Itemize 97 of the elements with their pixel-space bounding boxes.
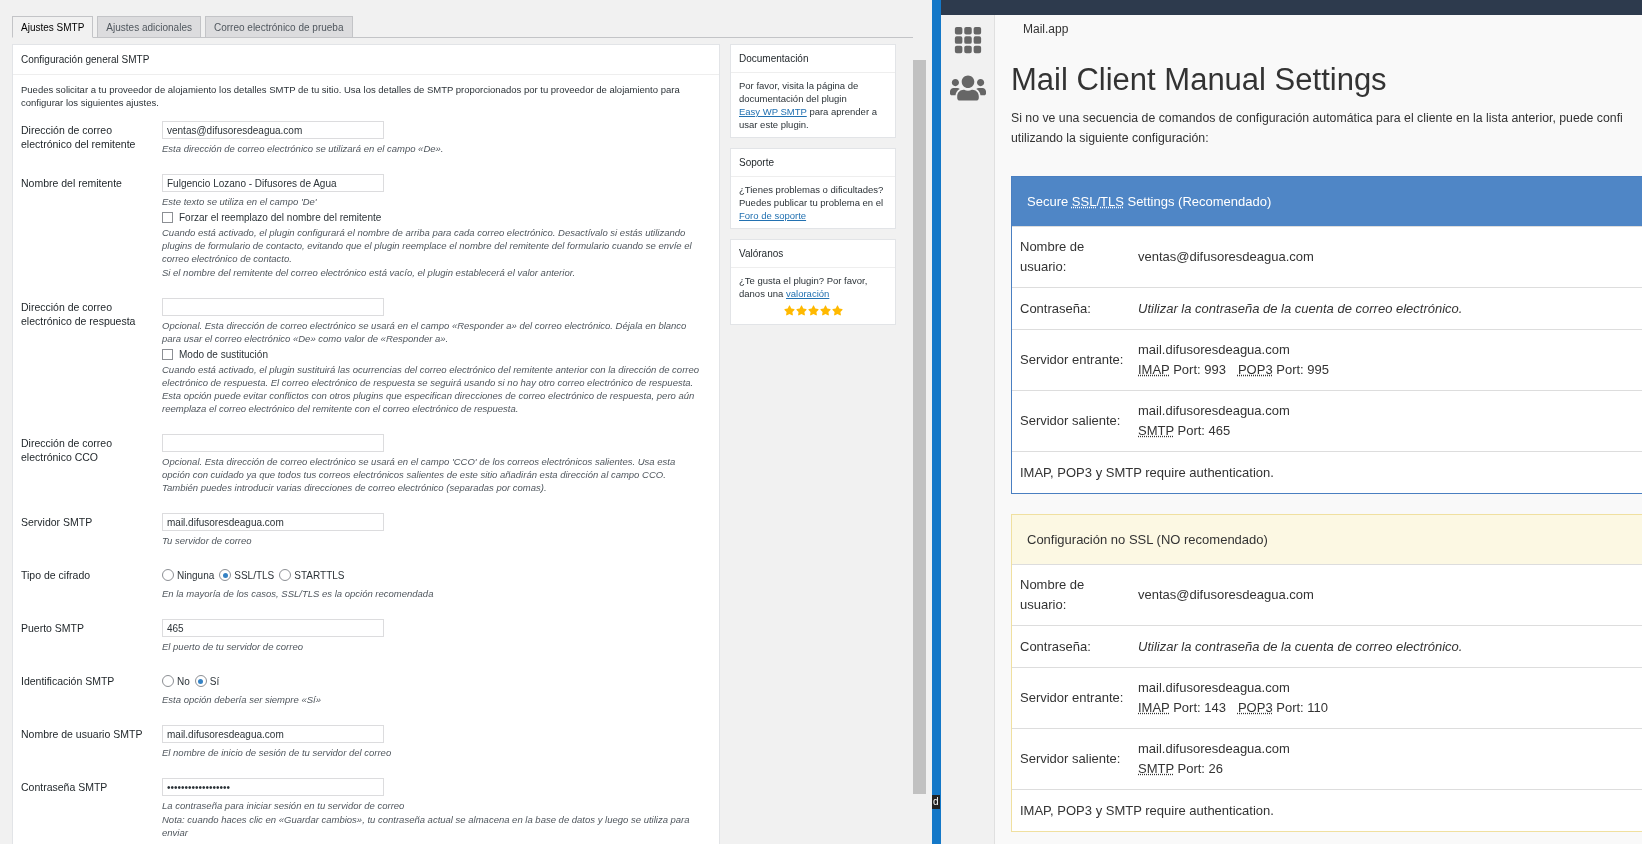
radio-button[interactable]: [162, 569, 174, 581]
server-host: mail.difusoresdeagua.com: [1138, 341, 1291, 359]
server-host: mail.difusoresdeagua.com: [1138, 402, 1290, 420]
field-label: Nombre de usuario SMTP: [21, 727, 144, 742]
field-note: Si el nombre del remitente del correo electrónico está vacío, el plugin establecerá el valor anterior.: [162, 266, 577, 279]
tooltip: d: [932, 795, 940, 809]
text-field[interactable]: mail.difusoresdeagua.com: [162, 513, 384, 531]
field-hint: Tu servidor de correo: [162, 534, 253, 547]
radio-button[interactable]: [219, 569, 232, 581]
checkbox[interactable]: [162, 349, 173, 360]
field-label: Nombre del remitente: [21, 176, 123, 191]
panel-footer: IMAP, POP3 y SMTP require authentication.: [1012, 789, 1642, 831]
field-label: Servidor SMTP: [21, 515, 94, 530]
field-hint: El nombre de inicio de sesión de tu servidor del correo: [162, 746, 393, 759]
scrollbar[interactable]: [913, 60, 926, 794]
radio-label: SSL/TLS: [234, 568, 275, 583]
text-field[interactable]: Fulgencio Lozano - Difusores de Agua: [162, 174, 384, 192]
field-hint: El puerto de tu servidor de correo: [162, 640, 304, 653]
field-label: Dirección de correo electrónico del remitente: [21, 123, 137, 152]
panel-header: Configuración no SSL (NO recomendado): [1012, 515, 1642, 564]
field-label: Contraseña SMTP: [21, 780, 109, 795]
radio-button[interactable]: [194, 675, 207, 687]
radio-button[interactable]: [279, 569, 292, 581]
field-hint: La contraseña para iniciar sesión en tu servidor de correo: [162, 799, 406, 812]
field-hint: Opcional. Esta dirección de correo electrónico se usará en el campo 'CCO' de los correos electrónicos salientes. Usa esta opción con cuidado ya que todos tus correos electrónicos salientes de este sitio añadirán esta dirección al campo CCO. También puedes introducir varias direcciones de correo electrónico (separadas por comas).: [162, 455, 677, 494]
card-title: Valóranos: [731, 240, 895, 268]
row-label: Nombre de usuario:: [1020, 576, 1086, 614]
card-text: Por favor, visita la página de documentación del plugin Easy WP SMTP para aprender a usar este plugin.: [739, 79, 878, 131]
row-value: ventas@difusoresdeagua.com: [1138, 586, 1314, 604]
field-hint: En la mayoría de los casos, SSL/TLS es la opción recomendada: [162, 587, 435, 600]
radio-label: Sí: [209, 674, 220, 689]
radio-button[interactable]: [162, 675, 174, 687]
checkbox-label: Forzar el reemplazo del nombre del remitente: [179, 211, 382, 225]
star-icon: [819, 305, 831, 316]
checkbox-label: Modo de sustitución: [179, 348, 268, 362]
port-info: SMTP Port: 465: [1138, 422, 1231, 440]
field-note: Cuando está activado, el plugin sustituirá las ocurrencias del correo electrónico del remitente anterior con la dirección de correo electrónico de respuesta. El correo electrónico de respuesta se seguirá usando si no hay otro correo electrónico de respuesta. Esta opción puede evitar conflictos con otros plugins que especifican direcciones de correo electrónico de respuesta, pero aún reemplaza el correo electrónico del remitente con el correo electrónico de respuesta.: [162, 363, 701, 415]
port-info: IMAP Port: 143: [1138, 699, 1226, 717]
card-title: Documentación: [731, 45, 895, 73]
field-label: Puerto SMTP: [21, 621, 86, 636]
text-field[interactable]: [162, 434, 384, 452]
server-host: mail.difusoresdeagua.com: [1138, 679, 1291, 697]
star-icon: [783, 305, 795, 316]
tab[interactable]: Ajustes adicionales: [97, 16, 201, 38]
card-link[interactable]: Easy WP SMTP: [739, 106, 807, 117]
panel-footer: IMAP, POP3 y SMTP require authentication.: [1012, 451, 1642, 493]
radio-label: Ninguna: [177, 568, 215, 583]
text-field[interactable]: ventas@difusoresdeagua.com: [162, 121, 384, 139]
card-title: Configuración general SMTP: [13, 45, 719, 75]
row-label: Servidor entrante:: [1020, 351, 1125, 369]
field-label: Identificación SMTP: [21, 674, 116, 689]
tab[interactable]: Correo electrónico de prueba: [204, 16, 353, 38]
checkbox[interactable]: [162, 212, 173, 223]
field-hint: Esta dirección de correo electrónico se utilizará en el campo «De».: [162, 142, 445, 155]
text-field[interactable]: 465: [162, 619, 384, 637]
field-note: Nota: cuando haces clic en «Guardar cambios», tu contraseña actual se almacena en la base de datos y luego se utiliza para enviar: [162, 813, 691, 839]
row-value: Utilizar la contraseña de la cuenta de correo electrónico.: [1138, 299, 1463, 318]
card-link[interactable]: valoración: [786, 288, 830, 299]
row-label: Contraseña:: [1020, 637, 1092, 656]
radio-label: No: [177, 674, 190, 689]
row-label: Servidor saliente:: [1020, 750, 1122, 768]
port-info: SMTP Port: 26: [1138, 760, 1224, 778]
card-title: Soporte: [731, 149, 895, 177]
row-value: ventas@difusoresdeagua.com: [1138, 248, 1314, 266]
intro-text: Puedes solicitar a tu proveedor de alojamiento los detalles SMTP de tu sitio. Usa los detalles de SMTP proporcionados por tu proveedor de alojamiento para configurar los siguientes ajustes.: [20, 83, 681, 110]
text-field[interactable]: ••••••••••••••••••: [162, 778, 384, 796]
field-hint: Este texto se utiliza en el campo 'De': [162, 195, 318, 208]
radio-label: STARTTLS: [294, 568, 345, 583]
star-icon: [795, 305, 807, 316]
row-value: Utilizar la contraseña de la cuenta de correo electrónico.: [1138, 637, 1463, 656]
card-text: ¿Te gusta el plugin? Por favor, danos una valoración: [739, 274, 869, 300]
panel-header: Secure SSL/TLS Settings (Recomendado): [1012, 177, 1642, 226]
card-link[interactable]: Foro de soporte: [739, 210, 807, 221]
row-label: Servidor saliente:: [1020, 412, 1122, 430]
field-note: Cuando está activado, el plugin configurará el nombre de arriba para cada correo electrónico. Desactívalo si estás utilizando plugins de formulario de contacto, evitando que el plugin reemplace el nombre del remitente del formulario cuando se envíe el correo electrónico de contacto.: [162, 226, 693, 265]
field-label: Dirección de correo electrónico CCO: [21, 436, 114, 465]
port-info: IMAP Port: 993: [1138, 361, 1226, 379]
field-hint: Esta opción debería ser siempre «Sí»: [162, 693, 322, 706]
star-icon: [807, 305, 819, 316]
page-title: Mail Client Manual Settings: [1011, 61, 1388, 99]
intro-text: Si no ve una secuencia de comandos de configuración automática para el cliente en la lista anterior, puede confi utilizando la siguiente configuración:: [1011, 110, 1624, 147]
server-host: mail.difusoresdeagua.com: [1138, 740, 1290, 758]
port-info: POP3 Port: 995: [1237, 361, 1330, 379]
row-label: Contraseña:: [1020, 299, 1092, 318]
users-icon[interactable]: [949, 73, 986, 103]
field-label: Dirección de correo electrónico de respuesta: [21, 300, 137, 329]
tab[interactable]: Ajustes SMTP: [12, 16, 94, 38]
text-field[interactable]: mail.difusoresdeagua.com: [162, 725, 384, 743]
field-hint: Opcional. Esta dirección de correo electrónico se usará en el campo «Responder a» del correo electrónico. Déjala en blanco para usar el correo electrónico «De» como valor de «Responder a».: [162, 319, 688, 345]
port-info: POP3 Port: 110: [1237, 699, 1329, 717]
row-label: Nombre de usuario:: [1020, 238, 1086, 276]
star-icon: [831, 305, 843, 316]
breadcrumb[interactable]: Mail.app: [1023, 22, 1069, 36]
card-text: ¿Tienes problemas o dificultades? Puedes publicar tu problema en el Foro de soporte: [739, 183, 885, 222]
row-label: Servidor entrante:: [1020, 689, 1125, 707]
field-label: Tipo de cifrado: [21, 568, 92, 583]
text-field[interactable]: [162, 298, 384, 316]
